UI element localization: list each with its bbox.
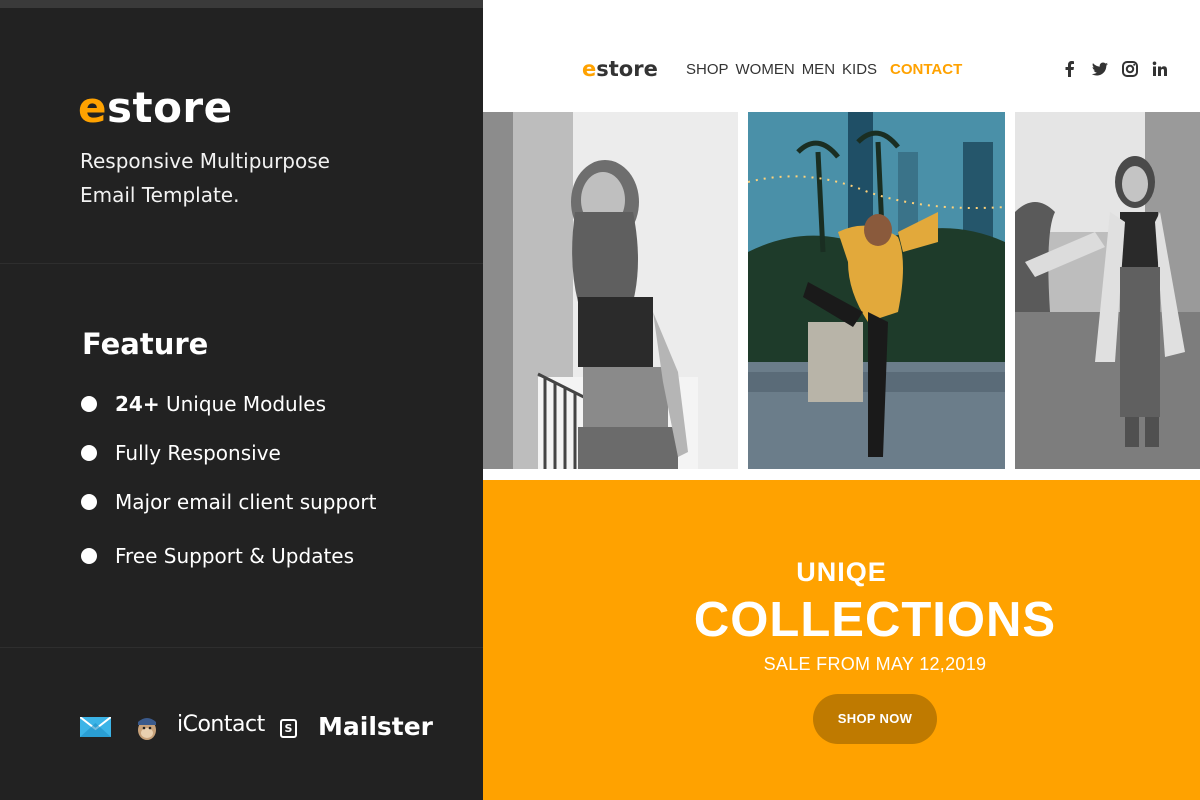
bullet-icon: [81, 445, 97, 461]
feature-item: Major email client support: [80, 490, 376, 514]
feature-item: Free Support & Updates: [80, 544, 376, 568]
feature-item: Fully Responsive: [80, 441, 376, 465]
nav-kids[interactable]: KIDS: [842, 61, 877, 79]
facebook-icon[interactable]: [1061, 60, 1079, 78]
brand-logo-accent: e: [78, 83, 107, 132]
divider: [0, 647, 483, 648]
main-nav: SHOP WOMEN MEN KIDS CONTACT: [686, 61, 962, 79]
tagline-line-1: Responsive Multipurpose: [80, 149, 330, 173]
brand-logo: estore: [78, 82, 233, 134]
feature-list: 24+ Unique Modules Fully Responsive Majo…: [80, 392, 376, 593]
shop-now-button[interactable]: SHOP NOW: [813, 694, 937, 744]
feature-highlight: 24+: [115, 392, 160, 416]
nav-contact[interactable]: CONTACT: [890, 61, 962, 79]
model-photo-color-center[interactable]: [748, 112, 1005, 469]
nav-shop[interactable]: SHOP: [686, 61, 729, 79]
promo-banner: UNIQE COLLECTIONS SALE FROM MAY 12,2019 …: [483, 480, 1200, 800]
mailster-logo: Mailster: [318, 712, 434, 741]
feature-item: 24+ Unique Modules: [80, 392, 376, 416]
banner-subtitle: UNIQE: [796, 557, 887, 587]
nav-men[interactable]: MEN: [802, 61, 835, 79]
icontact-logo: iContact: [177, 712, 265, 737]
bullet-icon: [81, 396, 97, 412]
feature-title: Feature: [82, 327, 209, 361]
banner-date: SALE FROM MAY 12,2019: [763, 654, 987, 674]
email-header: estore SHOP WOMEN MEN KIDS CONTACT: [483, 0, 1200, 112]
social-links: [1061, 60, 1169, 78]
brand-logo-text: store: [107, 83, 233, 132]
model-photo-bw-left[interactable]: [483, 112, 738, 469]
divider: [0, 263, 483, 264]
feature-text: Unique Modules: [159, 392, 326, 416]
banner-title: COLLECTIONS: [693, 593, 1057, 647]
bullet-icon: [81, 494, 97, 510]
email-logo-accent: e: [582, 57, 597, 81]
bullet-icon: [81, 548, 97, 564]
linkedin-icon[interactable]: [1151, 60, 1169, 78]
model-photo-bw-right[interactable]: [1015, 112, 1200, 469]
email-logo-text: store: [596, 57, 658, 81]
email-preview: estore SHOP WOMEN MEN KIDS CONTACT UNIQE…: [483, 0, 1200, 800]
nav-women[interactable]: WOMEN: [736, 61, 795, 79]
instagram-icon[interactable]: [1121, 60, 1139, 78]
feature-text: Fully Responsive: [115, 441, 281, 465]
top-bar: [0, 0, 483, 8]
photo-gallery: [483, 112, 1200, 469]
feature-text: Free Support & Updates: [115, 544, 355, 568]
email-logo[interactable]: estore: [582, 55, 658, 83]
stampready-icon: S: [280, 719, 297, 738]
tagline: Responsive Multipurpose Email Template.: [80, 144, 400, 212]
twitter-icon[interactable]: [1091, 60, 1109, 78]
feature-text: Major email client support: [115, 490, 377, 514]
campaign-monitor-mail-icon: [80, 717, 111, 737]
tagline-line-2: Email Template.: [80, 183, 240, 207]
promo-panel: estore Responsive Multipurpose Email Tem…: [0, 0, 483, 800]
mailchimp-icon: [138, 718, 156, 740]
